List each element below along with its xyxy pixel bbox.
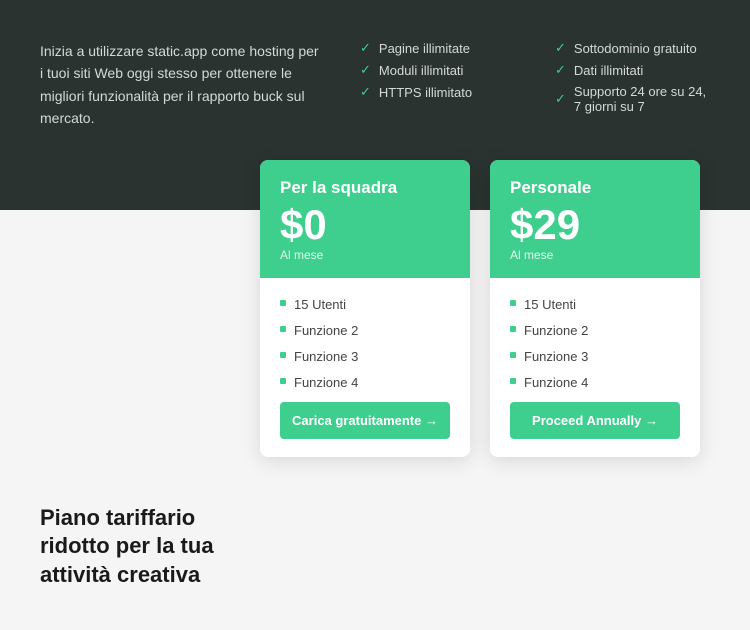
- check-icon: ✓: [555, 62, 566, 78]
- bullet-icon: [280, 326, 286, 332]
- bottom-left-text: Piano tariffario ridotto per la tua atti…: [40, 504, 240, 590]
- card-feature: Funzione 2: [510, 322, 680, 340]
- features-col-2: ✓Sottodominio gratuito ✓Dati illimitati ✓S…: [555, 40, 710, 114]
- bullet-icon: [280, 378, 286, 384]
- card-cta-button[interactable]: Proceed Annually →: [510, 402, 680, 439]
- top-description: Inizia a utilizzare static.app come host…: [40, 40, 320, 130]
- card-body: 15 Utenti Funzione 2 Funzione 3 Funzione…: [490, 278, 700, 458]
- bullet-icon: [510, 326, 516, 332]
- bottom-section: Per la squadra $0 Al mese 15 Utenti Funz…: [0, 210, 750, 630]
- check-icon: ✓: [555, 40, 566, 56]
- card-cta-button[interactable]: Carica gratuitamente →: [280, 402, 450, 439]
- description-text: Inizia a utilizzare static.app come host…: [40, 43, 319, 126]
- card-feature: Funzione 3: [510, 348, 680, 366]
- feature-item: ✓Moduli illimitati: [360, 62, 515, 78]
- bottom-heading: Piano tariffario ridotto per la tua atti…: [40, 504, 240, 590]
- card-title: Personale: [510, 178, 680, 198]
- bullet-icon: [510, 378, 516, 384]
- features-col-1: ✓Pagine illimitate ✓Moduli illimitati ✓HTT…: [360, 40, 515, 100]
- check-icon: ✓: [555, 91, 566, 107]
- card-body: 15 Utenti Funzione 2 Funzione 3 Funzione…: [260, 278, 470, 458]
- cards-container: Per la squadra $0 Al mese 15 Utenti Funz…: [260, 160, 700, 458]
- card-price: $29: [510, 204, 680, 246]
- check-icon: ✓: [360, 62, 371, 78]
- card-feature: 15 Utenti: [280, 296, 450, 314]
- card-header: Personale $29 Al mese: [490, 160, 700, 278]
- bullet-icon: [280, 352, 286, 358]
- feature-item: ✓Supporto 24 ore su 24, 7 giorni su 7: [555, 84, 710, 114]
- card-header: Per la squadra $0 Al mese: [260, 160, 470, 278]
- card-feature: Funzione 2: [280, 322, 450, 340]
- feature-item: ✓Pagine illimitate: [360, 40, 515, 56]
- card-feature: Funzione 4: [510, 374, 680, 392]
- bullet-icon: [510, 300, 516, 306]
- check-icon: ✓: [360, 40, 371, 56]
- card-title: Per la squadra: [280, 178, 450, 198]
- pricing-card-0: Per la squadra $0 Al mese 15 Utenti Funz…: [260, 160, 470, 458]
- card-feature: Funzione 3: [280, 348, 450, 366]
- bullet-icon: [280, 300, 286, 306]
- card-price: $0: [280, 204, 450, 246]
- check-icon: ✓: [360, 84, 371, 100]
- pricing-card-1: Personale $29 Al mese 15 Utenti Funzione…: [490, 160, 700, 458]
- feature-item: ✓Sottodominio gratuito: [555, 40, 710, 56]
- card-feature: 15 Utenti: [510, 296, 680, 314]
- card-feature: Funzione 4: [280, 374, 450, 392]
- bullet-icon: [510, 352, 516, 358]
- feature-item: ✓Dati illimitati: [555, 62, 710, 78]
- feature-item: ✓HTTPS illimitato: [360, 84, 515, 100]
- card-period: Al mese: [280, 248, 450, 262]
- card-period: Al mese: [510, 248, 680, 262]
